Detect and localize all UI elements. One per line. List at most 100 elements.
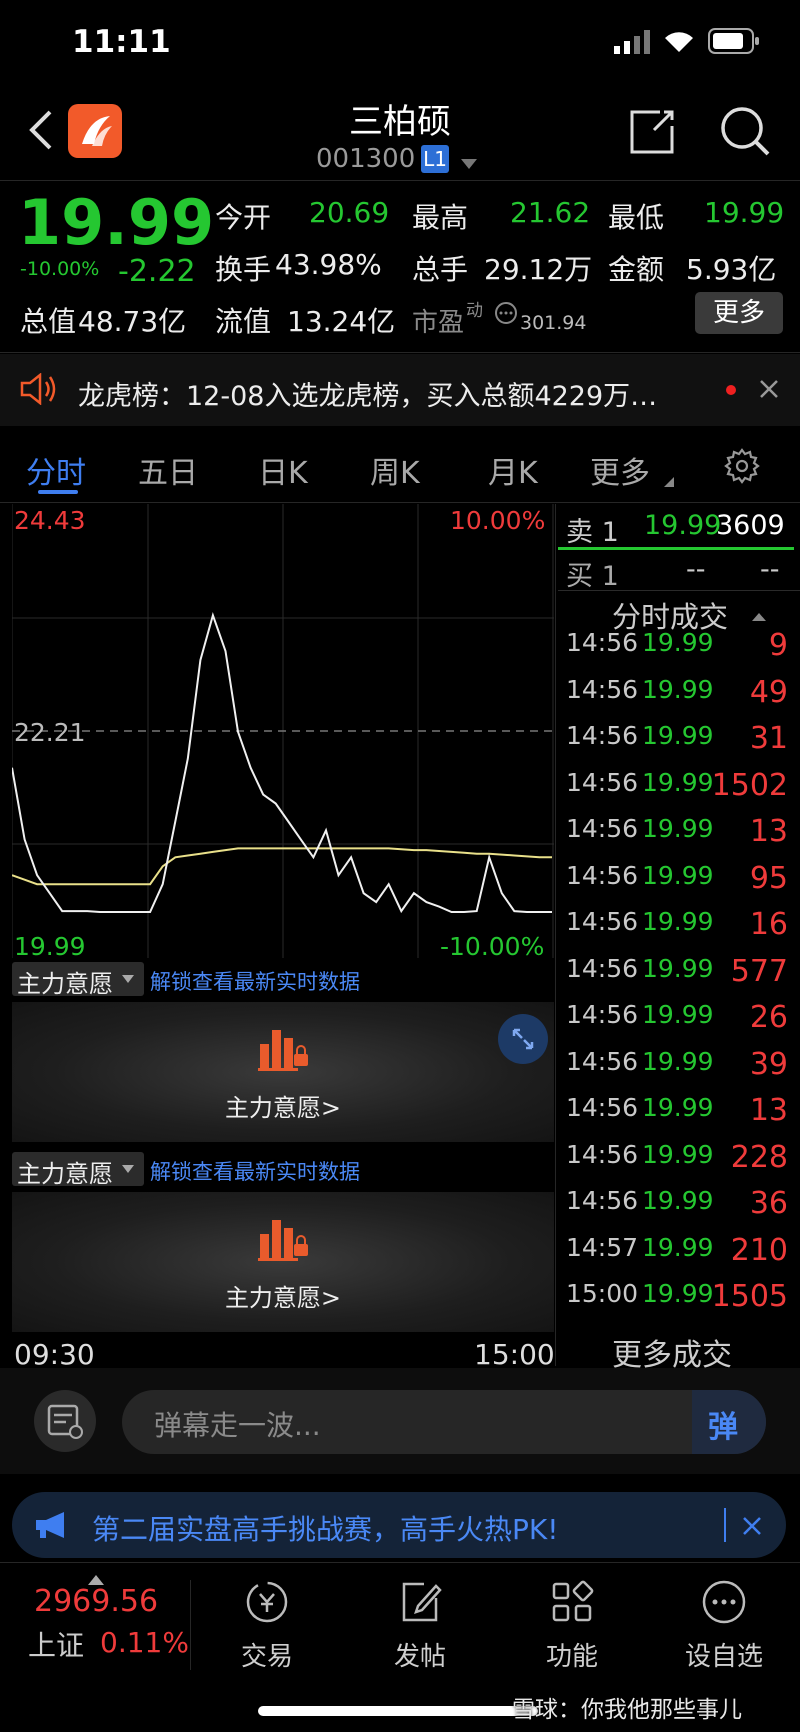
sub-panel-2: 主力意愿 解锁查看最新实时数据 主力意愿> <box>12 1150 554 1336</box>
tabs-divider <box>0 502 800 503</box>
chat-bubble-icon <box>494 301 518 329</box>
notice-red-dot <box>726 385 736 395</box>
tab-active-indicator <box>38 490 78 494</box>
bottom-nav-divider <box>0 1562 800 1563</box>
index-pct[interactable]: 0.11% <box>100 1626 189 1659</box>
comment-input[interactable]: 弹幕走一波... <box>122 1390 766 1454</box>
tick-row: 15:00 19.99 1505 <box>566 1279 794 1325</box>
panel-selector-1[interactable]: 主力意愿 <box>12 962 144 998</box>
tab-intraday[interactable]: 分时 <box>26 448 86 492</box>
nav-functions[interactable]: 功能 <box>502 1578 642 1673</box>
tick-volume: 1505 <box>711 1279 788 1314</box>
tick-volume: 36 <box>749 1186 788 1221</box>
orderbook-divider <box>558 590 800 591</box>
intraday-chart[interactable] <box>11 504 554 958</box>
tick-price: 19.99 <box>642 1000 714 1029</box>
promo-text[interactable]: 第二届实盘高手挑战赛，高手火热PK! <box>92 1508 558 1548</box>
tick-volume: 1502 <box>711 767 788 803</box>
panel-selector-2[interactable]: 主力意愿 <box>12 1152 144 1188</box>
unlock-link-2[interactable]: 解锁查看最新实时数据 <box>150 1156 360 1186</box>
comment-placeholder: 弹幕走一波... <box>154 1409 321 1442</box>
signal-icon <box>614 30 650 58</box>
buy1-price: -- <box>686 554 706 585</box>
index-value[interactable]: 2969.56 <box>34 1584 158 1619</box>
tab-monthly-k[interactable]: 月K <box>488 448 538 492</box>
nav-separator <box>190 1580 191 1670</box>
level-badge[interactable]: L1 <box>421 145 449 173</box>
close-icon[interactable] <box>742 1516 762 1540</box>
low-label: 最低 <box>608 201 665 234</box>
danmaku-toggle-icon[interactable] <box>34 1390 96 1452</box>
tick-volume: 577 <box>730 953 788 989</box>
nav-add-watchlist[interactable]: 设自选 <box>654 1578 794 1673</box>
nav-functions-label: 功能 <box>545 1642 598 1672</box>
caret-up-icon <box>752 606 766 625</box>
tick-price: 19.99 <box>642 1093 714 1122</box>
tick-price: 19.99 <box>642 814 714 843</box>
panel-label-1: 主力意愿 <box>17 970 113 998</box>
nav-trade[interactable]: 交易 <box>197 1578 337 1673</box>
tick-time: 14:56 <box>566 767 639 797</box>
speaker-icon <box>20 372 58 409</box>
price-line <box>11 611 552 914</box>
back-icon[interactable] <box>26 108 54 156</box>
tick-price: 19.99 <box>642 674 714 704</box>
turnover-label: 换手 <box>215 253 272 286</box>
stock-name: 三柏硕 <box>349 102 451 142</box>
grid-icon <box>552 1580 594 1622</box>
send-danmaku-label: 弹 <box>708 1410 738 1445</box>
pct-axis-bottom: -10.00% <box>440 932 545 961</box>
sell1-label: 卖 1 <box>566 517 619 548</box>
tab-weekly-k[interactable]: 周K <box>370 448 420 492</box>
tick-volume: 9 <box>768 628 788 663</box>
index-name[interactable]: 上证 <box>28 1624 84 1664</box>
notice-text[interactable]: 龙虎榜：12-08入选龙虎榜，买入总额4229万… <box>78 374 657 413</box>
nav-post[interactable]: 发帖 <box>350 1578 490 1673</box>
tab-more[interactable]: 更多 <box>590 448 650 492</box>
chevron-down-icon[interactable] <box>461 154 477 173</box>
mktcap-label: 总值 <box>20 305 77 338</box>
tab-five-day[interactable]: 五日 <box>138 448 198 492</box>
right-panel-border <box>555 504 556 1366</box>
tick-row: 14:56 19.99 13 <box>566 1093 794 1139</box>
tick-price: 19.99 <box>642 1279 714 1308</box>
search-icon[interactable] <box>720 106 772 162</box>
bar-chart-lock-icon <box>258 1220 308 1261</box>
send-danmaku-button[interactable]: 弹 <box>692 1390 766 1454</box>
tick-time: 14:56 <box>566 860 639 890</box>
tick-volume: 39 <box>749 1046 788 1082</box>
expand-icon[interactable] <box>498 1014 548 1064</box>
panel-body-1[interactable]: 主力意愿> <box>12 1002 554 1142</box>
chevron-down-icon <box>122 1165 134 1173</box>
tick-row: 14:56 19.99 13 <box>566 814 794 860</box>
open-label: 今开 <box>215 201 272 234</box>
megaphone-icon <box>34 1510 70 1544</box>
float-label: 流值 <box>215 305 272 338</box>
more-quote-button[interactable]: 更多 <box>695 292 783 334</box>
tick-price: 19.99 <box>642 721 714 750</box>
tick-price: 19.99 <box>642 628 714 657</box>
unlock-link-1[interactable]: 解锁查看最新实时数据 <box>150 966 360 996</box>
tick-volume: 49 <box>749 674 788 710</box>
nav-add-watchlist-label: 设自选 <box>684 1642 763 1672</box>
tick-time: 14:56 <box>566 907 639 936</box>
tick-row: 14:56 19.99 49 <box>566 675 794 721</box>
tab-daily-k[interactable]: 日K <box>258 448 308 492</box>
tick-volume: 95 <box>749 860 788 896</box>
share-icon[interactable] <box>628 108 676 160</box>
tick-row: 14:56 19.99 577 <box>566 954 794 1000</box>
tick-row: 14:56 19.99 36 <box>566 1186 794 1232</box>
close-icon[interactable] <box>760 380 778 402</box>
tick-row: 14:57 19.99 210 <box>566 1233 794 1279</box>
change-value: -2.22 <box>118 254 196 289</box>
tick-volume: 228 <box>730 1139 788 1175</box>
buy1-volume: -- <box>760 554 780 585</box>
current-price: 19.99 <box>18 186 215 259</box>
amount-label: 金额 <box>608 253 665 286</box>
tick-row: 14:56 19.99 228 <box>566 1140 794 1186</box>
panel-body-2[interactable]: 主力意愿> <box>12 1192 554 1332</box>
watermark: 雪球：你我他那些事儿 <box>512 1697 742 1723</box>
tick-row: 14:56 19.99 16 <box>566 907 794 953</box>
status-time: 11:11 <box>72 24 171 60</box>
settings-icon[interactable] <box>724 448 760 488</box>
